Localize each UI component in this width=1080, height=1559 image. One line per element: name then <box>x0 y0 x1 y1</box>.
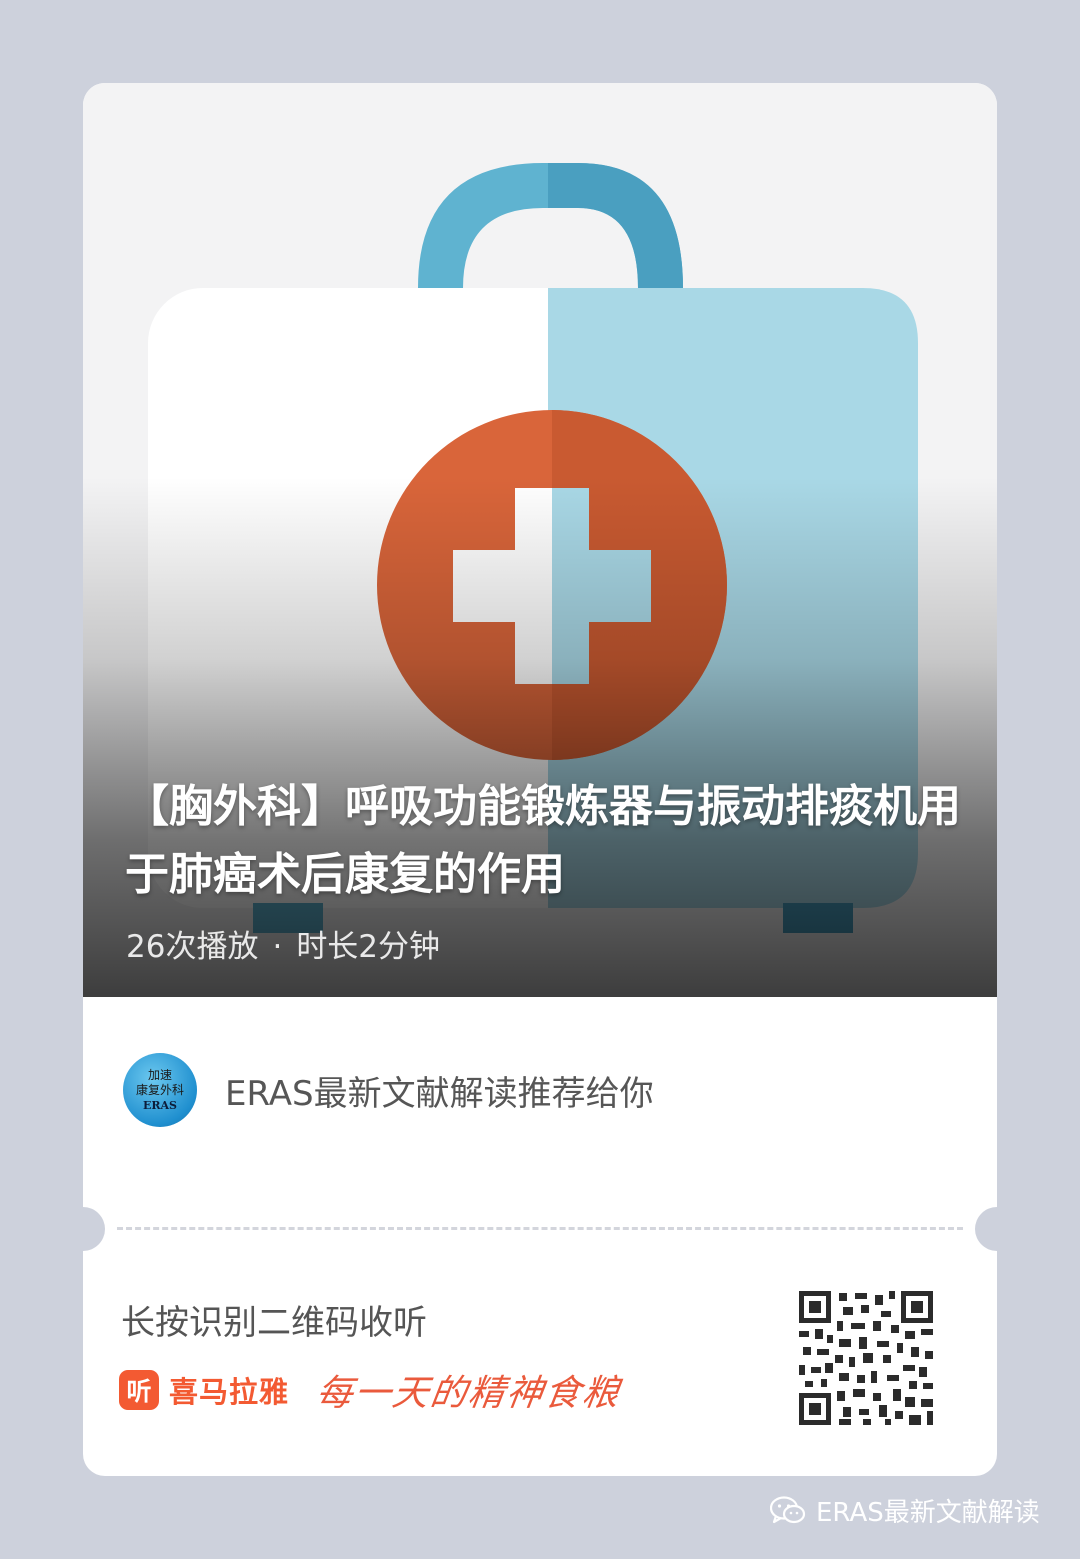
qr-code[interactable] <box>799 1291 933 1425</box>
ticket-divider <box>117 1227 963 1230</box>
meta-separator: · <box>272 929 283 965</box>
account-watermark: ERAS最新文献解读 <box>770 1492 1040 1529</box>
brand-row: 听 喜马拉雅 每一天的精神食粮 <box>119 1364 624 1416</box>
avatar-line-1: 加速 <box>147 1067 172 1082</box>
avatar[interactable]: 加速 康复外科 ERAS <box>123 1053 197 1127</box>
cover-gradient <box>83 477 997 997</box>
avatar-line-2: 康复外科 <box>135 1082 184 1097</box>
scan-instruction: 长按识别二维码收听 <box>121 1303 427 1343</box>
watermark-text: ERAS最新文献解读 <box>816 1498 1040 1528</box>
play-count: 26次播放 <box>126 929 259 965</box>
wechat-icon <box>770 1495 806 1523</box>
episode-meta: 26次播放 · 时长2分钟 <box>126 921 440 966</box>
ximalaya-logo-icon: 听 <box>119 1370 159 1410</box>
share-card: 【胸外科】呼吸功能锻炼器与振动排痰机用于肺癌术后康复的作用 26次播放 · 时长2分… <box>83 83 997 1476</box>
recommend-text: ERAS最新文献解读推荐给你 <box>225 1073 654 1114</box>
author-row[interactable]: 加速 康复外科 ERAS ERAS最新文献解读推荐给你 <box>123 1053 654 1127</box>
episode-cover[interactable]: 【胸外科】呼吸功能锻炼器与振动排痰机用于肺癌术后康复的作用 26次播放 · 时长2分… <box>83 83 997 997</box>
brand-slogan: 每一天的精神食粮 <box>313 1373 624 1414</box>
ticket-notch-left <box>83 1207 105 1251</box>
brand-name: 喜马拉雅 <box>169 1375 290 1409</box>
avatar-line-3: ERAS <box>142 1098 177 1112</box>
episode-duration: 时长2分钟 <box>296 929 441 965</box>
episode-title: 【胸外科】呼吸功能锻炼器与振动排痰机用于肺癌术后康复的作用 <box>125 781 961 900</box>
ticket-notch-right <box>975 1207 997 1251</box>
